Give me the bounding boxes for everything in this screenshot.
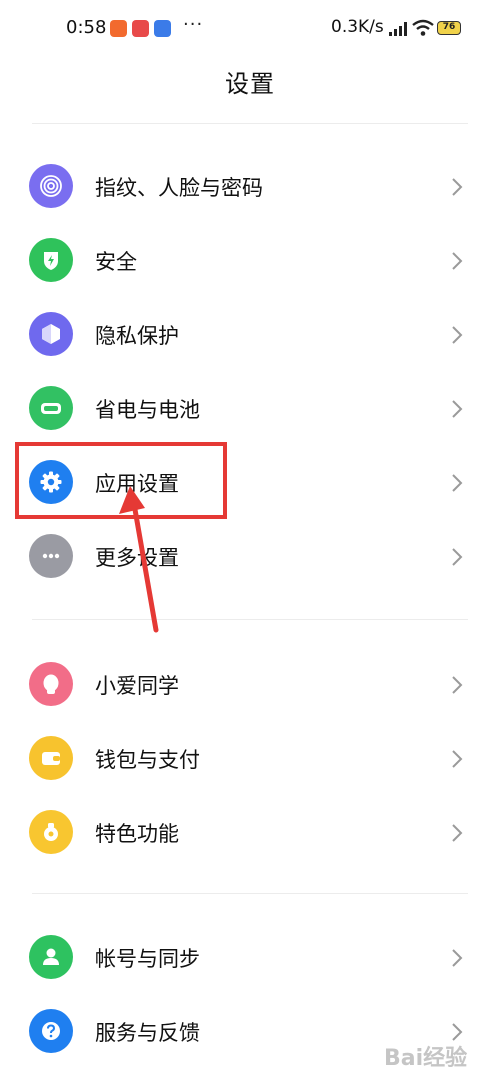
group-divider (32, 619, 468, 620)
settings-item-label: 钱包与支付 (95, 748, 200, 772)
settings-item-label: 特色功能 (95, 822, 179, 846)
fingerprint-icon (29, 164, 73, 208)
chevron-right-icon (452, 252, 463, 270)
settings-item-label: 更多设置 (95, 546, 179, 570)
feature-icon (29, 810, 73, 854)
network-speed: 0.3K/s (331, 17, 384, 37)
account-icon (29, 935, 73, 979)
assistant-icon (29, 662, 73, 706)
settings-item-wallet-payment[interactable]: 钱包与支付 (0, 723, 500, 797)
settings-item-more-settings[interactable]: 更多设置 (0, 521, 500, 595)
settings-item-label: 安全 (95, 250, 137, 274)
group-divider (32, 893, 468, 894)
settings-item-label: 省电与电池 (95, 398, 200, 422)
wifi-icon (412, 19, 434, 36)
chevron-right-icon (452, 400, 463, 418)
more-icon (29, 534, 73, 578)
battery-icon (29, 386, 73, 430)
settings-item-security[interactable]: 安全 (0, 225, 500, 299)
notification-record-icon (132, 20, 149, 37)
wallet-icon (29, 736, 73, 780)
chevron-right-icon (452, 178, 463, 196)
settings-item-account-sync[interactable]: 帐号与同步 (0, 922, 500, 996)
settings-item-xiaoai[interactable]: 小爱同学 (0, 649, 500, 723)
chevron-right-icon (452, 949, 463, 967)
notification-app-icon (110, 20, 127, 37)
settings-item-battery[interactable]: 省电与电池 (0, 373, 500, 447)
chevron-right-icon (452, 326, 463, 344)
status-bar: 0:58 ··· 0.3K/s 76 (0, 0, 500, 60)
chevron-right-icon (452, 474, 463, 492)
settings-item-label: 隐私保护 (95, 324, 179, 348)
annotation-highlight-box (15, 442, 227, 519)
header-divider (32, 123, 468, 124)
status-time: 0:58 (66, 17, 107, 38)
help-icon (29, 1009, 73, 1053)
shield-icon (29, 238, 73, 282)
settings-screen: 0:58 ··· 0.3K/s 76 设置 指纹、人脸与密码 安全 隐私保护 省… (0, 0, 500, 1084)
settings-item-label: 帐号与同步 (95, 947, 200, 971)
notification-mail-icon (154, 20, 171, 37)
privacy-icon (29, 312, 73, 356)
battery-indicator: 76 (437, 21, 461, 35)
page-title: 设置 (225, 70, 275, 98)
settings-item-special-features[interactable]: 特色功能 (0, 797, 500, 871)
watermark: Bai经验 (384, 1046, 468, 1071)
chevron-right-icon (452, 824, 463, 842)
settings-item-label: 小爱同学 (95, 674, 179, 698)
settings-item-label: 指纹、人脸与密码 (95, 176, 263, 200)
chevron-right-icon (452, 1023, 463, 1041)
chevron-right-icon (452, 750, 463, 768)
settings-item-label: 服务与反馈 (95, 1021, 200, 1045)
signal-icon (389, 22, 407, 36)
chevron-right-icon (452, 676, 463, 694)
settings-item-privacy[interactable]: 隐私保护 (0, 299, 500, 373)
chevron-right-icon (452, 548, 463, 566)
more-notifications-icon: ··· (183, 14, 204, 35)
settings-item-fingerprint-face-password[interactable]: 指纹、人脸与密码 (0, 151, 500, 225)
